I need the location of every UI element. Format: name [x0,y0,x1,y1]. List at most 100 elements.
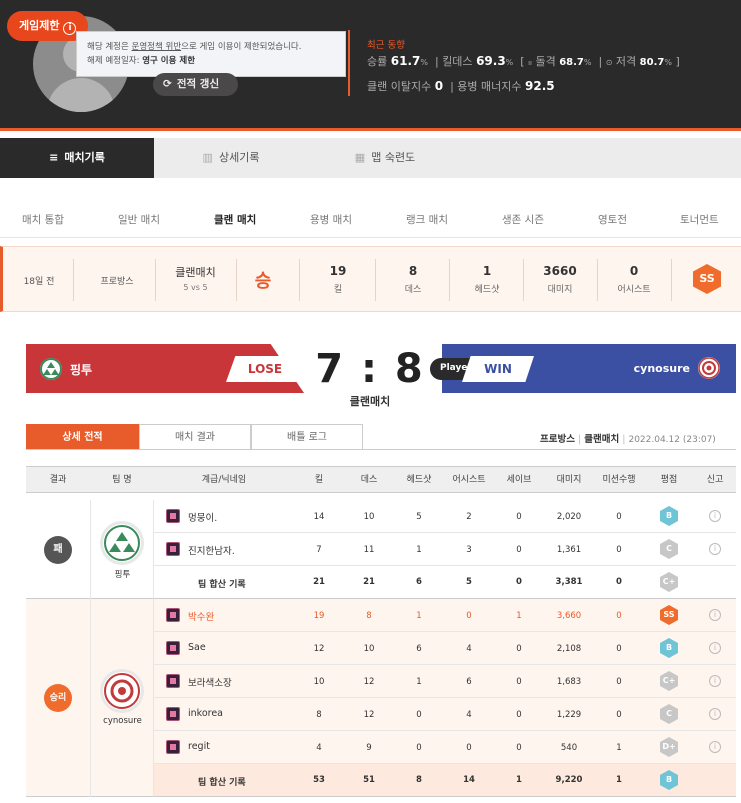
deaths-label: 데스 [404,285,422,295]
report-icon[interactable]: i [709,642,721,654]
tab-match-record[interactable]: ≡ 매치기록 [0,138,154,178]
stat-cell: 4 [316,743,322,753]
detail-tab-battlelog[interactable]: 배틀 로그 [251,424,363,450]
player-name[interactable]: 박수완 [188,609,214,623]
grade-icon: B [660,638,678,658]
stat-cell: 0 [616,545,622,555]
player-name[interactable]: inkorea [188,708,223,719]
subtab-merc[interactable]: 용병 매치 [310,212,352,227]
refresh-icon: ⟳ [163,78,172,90]
stat-cell: 0 [516,512,522,522]
stat-cell: 0 [466,743,472,753]
refresh-label: 전적 갱신 [176,78,220,90]
table-row[interactable]: 진지한남자. 7 11 1 3 0 1,361 0 Ci [154,533,736,566]
grade-icon: C+ [660,572,678,592]
clan-emblem-icon [698,357,720,379]
rank-icon [166,509,180,523]
team-emblem-icon [103,672,141,710]
team-name[interactable]: cynosure [91,716,154,726]
grade-ss-icon: SS [693,264,721,294]
rank-icon [166,641,180,655]
stat-cell: 1 [416,611,422,621]
report-icon[interactable]: i [709,675,721,687]
refresh-button[interactable]: ⟳ 전적 갱신 [153,73,238,96]
subtab-tournament[interactable]: 토너먼트 [680,212,719,227]
left-clan-name[interactable]: 핑투 [70,361,92,378]
player-name[interactable]: 멍뭉이. [188,510,217,524]
sniper-icon: ⊙ [605,58,613,67]
detail-tab-result[interactable]: 매치 결과 [139,424,251,450]
stat-cell: 1,683 [556,677,582,687]
player-name[interactable]: regit [188,741,210,752]
player-name[interactable]: 보라색소장 [188,675,232,689]
subtab-territory[interactable]: 영토전 [598,212,627,227]
assault-value: 68.7 [559,57,584,68]
rank-icon [166,542,180,556]
tooltip-text: 으로 게임 이용이 제한되었습니다. [181,42,302,52]
stat-cell: 0 [616,577,622,587]
report-icon[interactable]: i [709,510,721,522]
stat-cell: 0 [616,677,622,687]
report-icon[interactable]: i [709,741,721,753]
subtab-all[interactable]: 매치 통합 [22,212,64,227]
team-total-label: 팀 합산 기록 [198,778,246,788]
headshots-label: 헤드샷 [474,285,500,295]
summary-deaths: 8 [408,264,418,278]
report-icon[interactable]: i [709,708,721,720]
team-total-row: 팀 합산 기록 53 51 8 14 1 9,220 1 B [154,764,736,797]
table-row[interactable]: 멍뭉이. 14 10 5 2 0 2,020 0 Bi [154,500,736,533]
right-clan-name[interactable]: cynosure [628,362,690,375]
match-result: 승 [254,271,272,292]
tab-detail-record[interactable]: ▥ 상세기록 [154,138,308,178]
table-row[interactable]: Sae 12 10 6 4 0 2,108 0 Bi [154,632,736,665]
damage-label: 대미지 [547,285,573,295]
subtab-normal[interactable]: 일반 매치 [118,212,160,227]
grade-icon: D+ [660,737,678,757]
match-score: 7 : 8 [315,346,425,392]
stat-cell: 5 [416,512,422,522]
policy-link[interactable]: 운영정책 위반 [132,42,182,52]
stat-cell: 21 [313,577,325,587]
map-icon: ▦ [354,151,366,164]
stat-cell: 1 [416,545,422,555]
stat-cell: 0 [616,710,622,720]
table-row[interactable]: 보라색소장 10 12 1 6 0 1,683 0 C+ i [154,665,736,698]
player-name[interactable]: 진지한남자. [188,543,235,557]
stat-cell: 8 [416,775,422,785]
detail-tab-stats[interactable]: 상세 전적 [26,424,139,450]
stat-cell: 1,229 [556,710,582,720]
stat-cell: 4 [466,644,472,654]
subtab-rank[interactable]: 랭크 매치 [406,212,448,227]
match-summary-row[interactable]: 18일 전 프로방스 클랜매치 5 vs 5 승 19 킬 8 데스 1 헤드샷… [0,246,741,312]
stat-cell: 9 [366,743,372,753]
subtab-clan[interactable]: 클랜 매치 [214,212,256,227]
stat-cell: 5 [466,577,472,587]
stat-cell: 3 [466,545,472,555]
stat-cell: 10 [363,644,375,654]
recent-title: 최근 동향 [367,40,405,51]
team-name[interactable]: 핑투 [91,568,154,580]
table-header: 결과 팀 명 계급/닉네임 킬 데스 헤드샷 어시스트 세이브 대미지 미션수행… [26,466,736,493]
grade-icon: B [660,506,678,526]
table-row[interactable]: 박수완 19 8 1 0 1 3,660 0 SS i [154,599,736,632]
meta-mode: 클랜매치 [584,434,620,445]
table-row[interactable]: regit 4 9 0 0 0 540 1 D+ i [154,731,736,764]
stat-cell: 0 [416,743,422,753]
stat-cell: 10 [363,512,375,522]
kills-label: 킬 [333,285,343,295]
main-tabs: ≡ 매치기록 ▥ 상세기록 ▦ 맵 숙련도 [0,138,741,178]
stat-cell: 2,020 [556,512,582,522]
stat-cell: 3,381 [555,577,583,587]
player-name[interactable]: Sae [188,642,206,653]
report-icon[interactable]: i [709,543,721,555]
stat-cell: 0 [616,512,622,522]
table-row[interactable]: inkorea 8 12 0 4 0 1,229 0 Ci [154,698,736,731]
summary-assists: 0 [629,264,639,278]
tab-map-proficiency[interactable]: ▦ 맵 숙련도 [308,138,462,178]
stat-cell: 14 [313,512,325,522]
rank-icon [166,674,180,688]
subtab-survival[interactable]: 생존 시즌 [502,212,544,227]
stat-cell: 1 [516,611,522,621]
report-icon[interactable]: i [709,609,721,621]
kd-value: 69.3 [476,54,506,68]
